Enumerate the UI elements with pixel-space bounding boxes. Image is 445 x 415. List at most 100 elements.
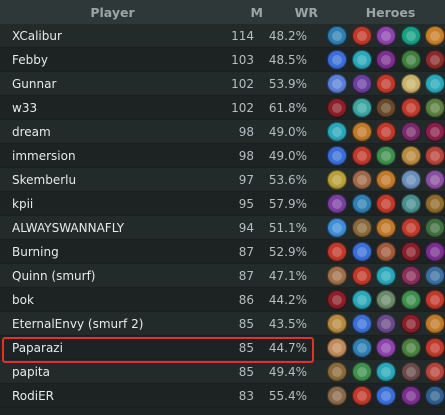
hero-icon[interactable]	[351, 313, 372, 334]
hero-icon[interactable]	[425, 121, 445, 142]
player-name[interactable]: Quinn (smurf)	[0, 269, 217, 283]
hero-icon[interactable]	[327, 337, 347, 358]
table-row[interactable]: Febby 103 48.5%	[0, 48, 445, 72]
hero-icon[interactable]	[351, 169, 372, 190]
table-row[interactable]: Gunnar 102 53.9%	[0, 72, 445, 96]
player-name[interactable]: Burning	[0, 245, 217, 259]
hero-icon[interactable]	[425, 49, 445, 70]
player-name[interactable]: w33	[0, 101, 217, 115]
table-row[interactable]: RodiER 83 55.4%	[0, 384, 445, 408]
hero-icon[interactable]	[400, 337, 421, 358]
hero-icon[interactable]	[376, 121, 396, 142]
hero-icon[interactable]	[327, 289, 347, 310]
hero-icon[interactable]	[400, 193, 421, 214]
hero-icon[interactable]	[351, 337, 372, 358]
player-name[interactable]: kpii	[0, 197, 217, 211]
hero-icon[interactable]	[400, 289, 421, 310]
table-row[interactable]: dream 98 49.0%	[0, 120, 445, 144]
hero-icon[interactable]	[425, 361, 445, 382]
hero-icon[interactable]	[376, 289, 396, 310]
hero-icon[interactable]	[425, 337, 445, 358]
table-row[interactable]: Paparazi 85 44.7%	[0, 336, 445, 360]
hero-icon[interactable]	[400, 25, 421, 46]
hero-icon[interactable]	[376, 49, 396, 70]
hero-icon[interactable]	[400, 73, 421, 94]
hero-icon[interactable]	[400, 145, 421, 166]
hero-icon[interactable]	[327, 313, 347, 334]
hero-icon[interactable]	[400, 385, 421, 406]
table-row[interactable]: ALWAYSWANNAFLY 94 51.1%	[0, 216, 445, 240]
hero-icon[interactable]	[400, 217, 421, 238]
table-row[interactable]: Burning 87 52.9%	[0, 240, 445, 264]
hero-icon[interactable]	[400, 313, 421, 334]
hero-icon[interactable]	[351, 265, 372, 286]
header-matches[interactable]: M	[225, 5, 263, 20]
hero-icon[interactable]	[425, 169, 445, 190]
hero-icon[interactable]	[376, 193, 396, 214]
hero-icon[interactable]	[376, 25, 396, 46]
header-winrate[interactable]: WR	[263, 5, 318, 20]
hero-icon[interactable]	[351, 289, 372, 310]
hero-icon[interactable]	[425, 73, 445, 94]
hero-icon[interactable]	[351, 121, 372, 142]
hero-icon[interactable]	[327, 97, 347, 118]
hero-icon[interactable]	[376, 169, 396, 190]
header-heroes[interactable]: Heroes	[318, 5, 445, 20]
hero-icon[interactable]	[425, 145, 445, 166]
table-row[interactable]: Skemberlu 97 53.6%	[0, 168, 445, 192]
hero-icon[interactable]	[400, 49, 421, 70]
hero-icon[interactable]	[376, 337, 396, 358]
hero-icon[interactable]	[351, 49, 372, 70]
hero-icon[interactable]	[327, 145, 347, 166]
hero-icon[interactable]	[400, 121, 421, 142]
hero-icon[interactable]	[351, 241, 372, 262]
hero-icon[interactable]	[327, 265, 347, 286]
hero-icon[interactable]	[400, 241, 421, 262]
hero-icon[interactable]	[425, 193, 445, 214]
player-name[interactable]: ALWAYSWANNAFLY	[0, 221, 217, 235]
hero-icon[interactable]	[376, 361, 396, 382]
player-name[interactable]: papita	[0, 365, 217, 379]
hero-icon[interactable]	[327, 121, 347, 142]
hero-icon[interactable]	[425, 289, 445, 310]
table-row[interactable]: w33 102 61.8%	[0, 96, 445, 120]
hero-icon[interactable]	[400, 97, 421, 118]
hero-icon[interactable]	[351, 385, 372, 406]
hero-icon[interactable]	[425, 25, 445, 46]
hero-icon[interactable]	[327, 169, 347, 190]
hero-icon[interactable]	[351, 73, 372, 94]
hero-icon[interactable]	[351, 97, 372, 118]
hero-icon[interactable]	[327, 73, 347, 94]
hero-icon[interactable]	[376, 313, 396, 334]
hero-icon[interactable]	[425, 217, 445, 238]
header-player[interactable]: Player	[0, 5, 225, 20]
hero-icon[interactable]	[327, 49, 347, 70]
player-name[interactable]: Skemberlu	[0, 173, 217, 187]
player-name[interactable]: Febby	[0, 53, 217, 67]
table-row[interactable]: EternalEnvy (smurf 2) 85 43.5%	[0, 312, 445, 336]
table-row[interactable]: Quinn (smurf) 87 47.1%	[0, 264, 445, 288]
hero-icon[interactable]	[425, 313, 445, 334]
player-name[interactable]: Gunnar	[0, 77, 217, 91]
hero-icon[interactable]	[425, 241, 445, 262]
player-name[interactable]: dream	[0, 125, 217, 139]
table-row[interactable]: papita 85 49.4%	[0, 360, 445, 384]
player-name[interactable]: XCalibur	[0, 29, 217, 43]
hero-icon[interactable]	[376, 97, 396, 118]
hero-icon[interactable]	[376, 265, 396, 286]
hero-icon[interactable]	[425, 385, 445, 406]
hero-icon[interactable]	[376, 385, 396, 406]
hero-icon[interactable]	[327, 385, 347, 406]
player-name[interactable]: EternalEnvy (smurf 2)	[0, 317, 217, 331]
hero-icon[interactable]	[425, 97, 445, 118]
hero-icon[interactable]	[400, 169, 421, 190]
table-row[interactable]: kpii 95 57.9%	[0, 192, 445, 216]
hero-icon[interactable]	[376, 73, 396, 94]
player-name[interactable]: bok	[0, 293, 217, 307]
table-row[interactable]: immersion 98 49.0%	[0, 144, 445, 168]
player-name[interactable]: RodiER	[0, 389, 217, 403]
hero-icon[interactable]	[351, 145, 372, 166]
hero-icon[interactable]	[351, 25, 372, 46]
hero-icon[interactable]	[425, 265, 445, 286]
hero-icon[interactable]	[351, 361, 372, 382]
